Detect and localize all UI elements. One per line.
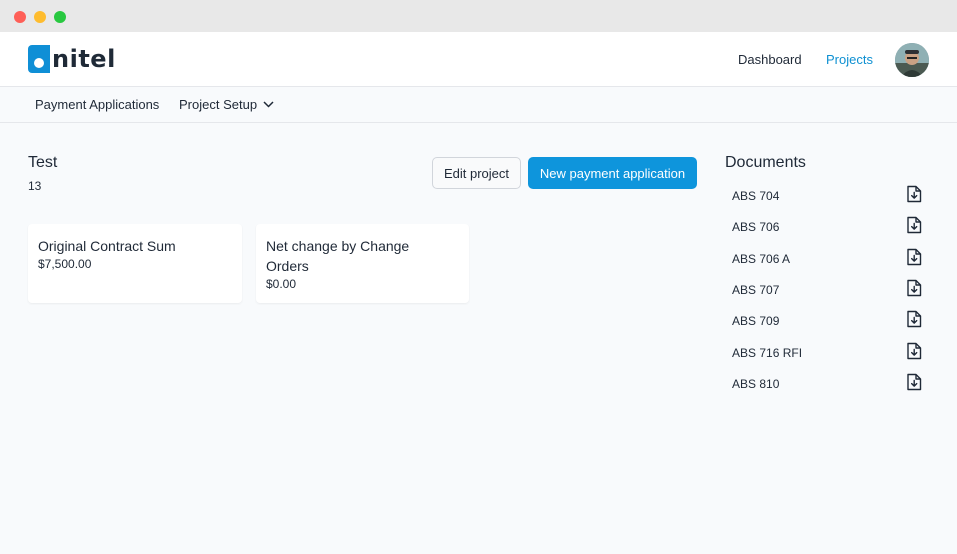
subnav-payment-applications[interactable]: Payment Applications [35,97,159,112]
subnav-project-setup-dropdown[interactable]: Project Setup [179,97,274,112]
project-number: 13 [28,179,42,193]
document-name: ABS 706 [732,220,780,234]
card-label: Net change by Change Orders [266,238,410,274]
document-name: ABS 810 [732,377,780,391]
card-label: Original Contract Sum [38,238,176,254]
document-name: ABS 706 A [732,252,791,266]
window-titlebar [0,0,957,32]
document-name: ABS 716 RFI [732,346,803,360]
card-value: $0.00 [266,277,297,291]
edit-project-button[interactable]: Edit project [432,157,521,189]
logo-text: nitel [52,45,116,73]
close-window-button[interactable] [14,11,26,23]
avatar-image [895,43,929,77]
new-payment-application-button[interactable]: New payment application [528,157,697,189]
subnav-project-setup-label: Project Setup [179,97,258,112]
project-title: Test [28,154,58,171]
document-item: ABS 706 [732,216,922,238]
subnav-payment-applications-label: Payment Applications [35,97,160,112]
top-header: nitel Dashboard Projects [0,32,957,87]
file-download-icon[interactable] [906,373,922,391]
document-item: ABS 707 [732,279,922,301]
file-download-icon[interactable] [906,279,922,297]
document-item: ABS 709 [732,310,922,332]
net-change-orders-card: Net change by Change Orders $0.00 [256,224,469,303]
document-name: ABS 704 [732,189,780,203]
sub-navigation: Payment Applications Project Setup [0,88,957,123]
user-avatar[interactable] [895,43,929,77]
document-item: ABS 704 [732,185,922,207]
document-item: ABS 706 A [732,248,922,270]
file-download-icon[interactable] [906,185,922,203]
file-download-icon[interactable] [906,216,922,234]
app-window: nitel Dashboard Projects Payment Applica… [0,0,957,554]
document-item: ABS 716 RFI [732,342,922,364]
nav-projects-link[interactable]: Projects [826,52,873,67]
file-download-icon[interactable] [906,342,922,360]
file-download-icon[interactable] [906,248,922,266]
card-value: $7,500.00 [38,257,92,271]
file-download-icon[interactable] [906,310,922,328]
document-name: ABS 709 [732,314,780,328]
chevron-down-icon [263,101,274,108]
original-contract-sum-card: Original Contract Sum $7,500.00 [28,224,242,303]
documents-title: Documents [725,154,806,171]
maximize-window-button[interactable] [54,11,66,23]
nav-dashboard-link[interactable]: Dashboard [738,52,802,67]
document-item: ABS 810 [732,373,922,395]
logo-mark-icon [28,45,50,73]
minimize-window-button[interactable] [34,11,46,23]
logo[interactable]: nitel [28,45,116,73]
document-name: ABS 707 [732,283,780,297]
